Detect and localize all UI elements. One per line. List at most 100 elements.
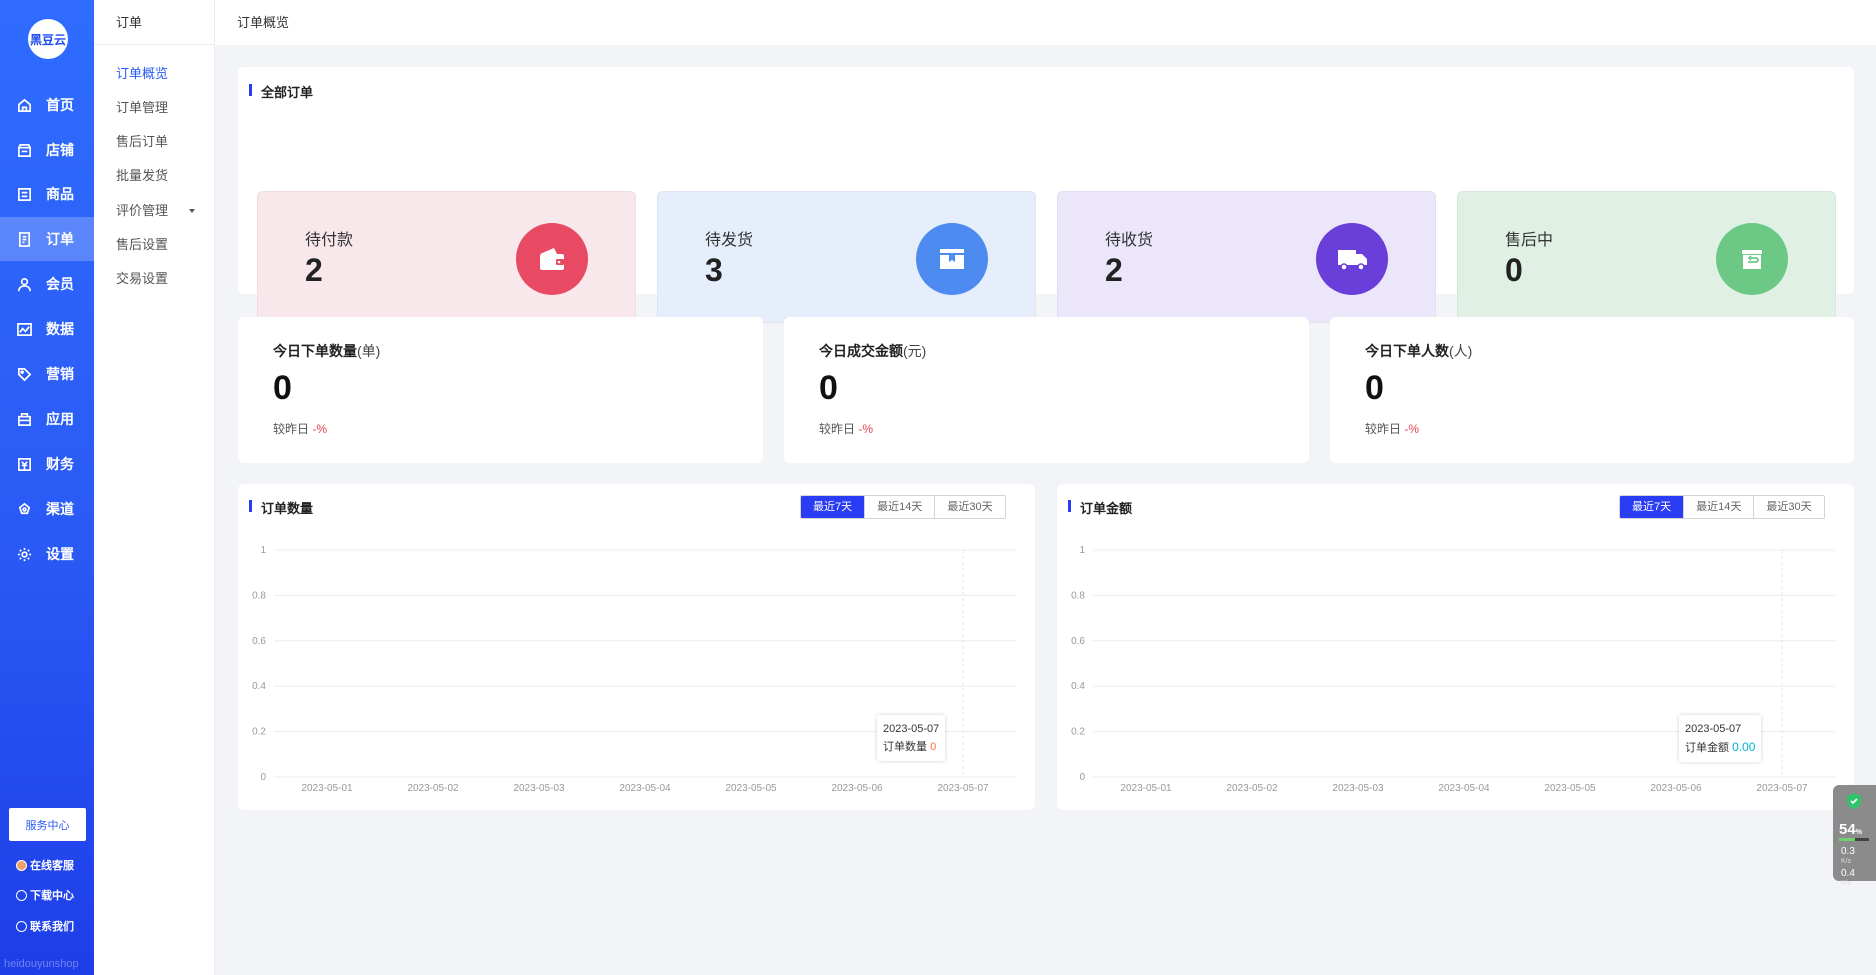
nav-label: 数据 (46, 321, 74, 337)
nav-label: 订单 (46, 231, 74, 247)
status-label: 售后中 (1505, 232, 1554, 249)
y-tick-label: 0.4 (1071, 681, 1085, 692)
goods-icon (18, 187, 31, 201)
store-icon (18, 143, 31, 157)
online-service-link[interactable]: 在线客服 (16, 857, 74, 873)
x-tick-label: 2023-05-04 (619, 783, 671, 794)
nav-apps[interactable]: 应用 (0, 397, 94, 441)
link-label: 在线客服 (30, 860, 74, 872)
compare-value: -% (1404, 422, 1420, 436)
status-value: 2 (1105, 252, 1123, 288)
nav-label: 首页 (46, 97, 74, 113)
x-tick-label: 2023-05-03 (513, 783, 565, 794)
compare-value: -% (858, 422, 874, 436)
subnav-item-overview[interactable]: 订单概览 (116, 63, 168, 82)
y-tick-label: 0.6 (252, 636, 266, 647)
x-tick-label: 2023-05-07 (937, 783, 989, 794)
section-title: 全部订单 (249, 82, 313, 101)
shield-icon (1847, 793, 1861, 809)
x-tick-label: 2023-05-06 (831, 783, 883, 794)
nav-home[interactable]: 首页 (0, 83, 94, 127)
link-label: 联系我们 (30, 921, 74, 933)
x-tick-label: 2023-05-03 (1332, 783, 1384, 794)
y-tick-label: 1 (1079, 545, 1085, 556)
breadcrumb: 订单概览 (215, 0, 1876, 45)
x-tick-label: 2023-05-02 (1226, 783, 1278, 794)
status-value: 0 (1505, 252, 1523, 288)
stat-compare: 较昨日 -% (1365, 422, 1420, 436)
status-card-pending-shipment[interactable]: 待发货 3 (657, 191, 1036, 323)
brand-logo[interactable]: 黑豆云 (28, 19, 68, 59)
nav-settings[interactable]: 设置 (0, 532, 94, 576)
stat-value: 0 (273, 369, 292, 407)
status-card-aftersale[interactable]: 售后中 0 (1457, 191, 1836, 323)
chevron-down-icon[interactable] (189, 209, 195, 213)
box-icon (916, 223, 988, 295)
x-tick-label: 2023-05-01 (1120, 783, 1172, 794)
nav-label: 会员 (46, 276, 74, 292)
status-card-pending-receipt[interactable]: 待收货 2 (1057, 191, 1436, 323)
y-tick-label: 0.2 (1071, 727, 1085, 738)
avatar-icon (16, 859, 27, 871)
stat-card-order-count: 今日下单数量(单) 0 较昨日 -% (238, 317, 763, 463)
stat-card-deal-amount: 今日成交金额(元) 0 较昨日 -% (784, 317, 1309, 463)
stat-value: 0 (1365, 369, 1384, 407)
x-tick-label: 2023-05-06 (1650, 783, 1702, 794)
tooltip-value: 0.00 (1732, 740, 1756, 754)
chart-icon (17, 322, 32, 336)
subnav-item-aftersale-orders[interactable]: 售后订单 (116, 131, 168, 150)
order-subnav: 订单 订单概览 订单管理 售后订单 批量发货 评价管理 售后设置 交易设置 (94, 0, 215, 975)
wallet-icon (516, 223, 588, 295)
nav-label: 商品 (46, 186, 74, 202)
tooltip-date: 2023-05-07 (883, 723, 940, 735)
subnav-item-batch-shipping[interactable]: 批量发货 (116, 165, 168, 184)
link-label: 下载中心 (30, 890, 74, 902)
nav-label: 财务 (46, 456, 74, 472)
nav-orders[interactable]: 订单 (0, 217, 94, 261)
compare-value: -% (312, 422, 328, 436)
status-card-pending-payment[interactable]: 待付款 2 (257, 191, 636, 323)
nav-goods[interactable]: 商品 (0, 172, 94, 216)
status-value: 2 (305, 252, 323, 288)
bag-icon (18, 412, 31, 426)
contact-us-link[interactable]: 联系我们 (16, 918, 74, 934)
stat-compare: 较昨日 -% (273, 422, 328, 436)
cpu-percent: 54% (1839, 821, 1862, 838)
return-box-icon (1716, 223, 1788, 295)
download-center-link[interactable]: 下载中心 (16, 887, 74, 903)
watermark-text: heidouyunshop (4, 958, 79, 970)
order-icon (18, 231, 31, 247)
nav-members[interactable]: 会员 (0, 262, 94, 306)
y-tick-label: 0.2 (252, 727, 266, 738)
stat-compare: 较昨日 -% (819, 422, 874, 436)
nav-finance[interactable]: 财务 (0, 442, 94, 486)
usage-bar (1839, 838, 1869, 841)
subnav-item-review-management[interactable]: 评价管理 (116, 200, 168, 219)
service-center-button[interactable]: 服务中心 (9, 808, 86, 841)
chart-tooltip: 2023-05-07 订单数量 0 (877, 715, 946, 761)
chat-icon (16, 920, 27, 932)
download-speed: 0.4 K/s (1841, 868, 1855, 888)
download-icon (16, 889, 27, 901)
nav-data[interactable]: 数据 (0, 307, 94, 351)
stat-label: 今日下单数量(单) (273, 343, 381, 359)
finance-icon (18, 457, 31, 471)
nav-store[interactable]: 店铺 (0, 128, 94, 172)
nav-label: 营销 (46, 366, 74, 382)
x-tick-label: 2023-05-01 (301, 783, 353, 794)
system-monitor-widget[interactable]: 54% 0.3 K/s 0.4 K/s (1833, 785, 1876, 887)
stat-unit: (单) (357, 343, 381, 359)
y-tick-label: 0.8 (252, 590, 266, 601)
tooltip-row: 订单金额 0.00 (1685, 740, 1756, 754)
stat-label: 今日下单人数(人) (1365, 343, 1473, 359)
x-tick-label: 2023-05-02 (407, 783, 459, 794)
nav-channels[interactable]: 渠道 (0, 487, 94, 531)
subnav-item-trade-settings[interactable]: 交易设置 (116, 268, 168, 287)
order-count-chart[interactable]: 0 0.2 0.4 0.6 0.8 1 2023-05-01 2023-05-02 2023-0… (238, 484, 1035, 810)
nav-marketing[interactable]: 营销 (0, 352, 94, 396)
y-tick-label: 0 (1079, 772, 1085, 783)
subnav-item-order-management[interactable]: 订单管理 (116, 97, 168, 116)
nav-label: 渠道 (46, 501, 74, 517)
subnav-item-aftersale-settings[interactable]: 售后设置 (116, 234, 168, 253)
stat-unit: (元) (903, 343, 927, 359)
